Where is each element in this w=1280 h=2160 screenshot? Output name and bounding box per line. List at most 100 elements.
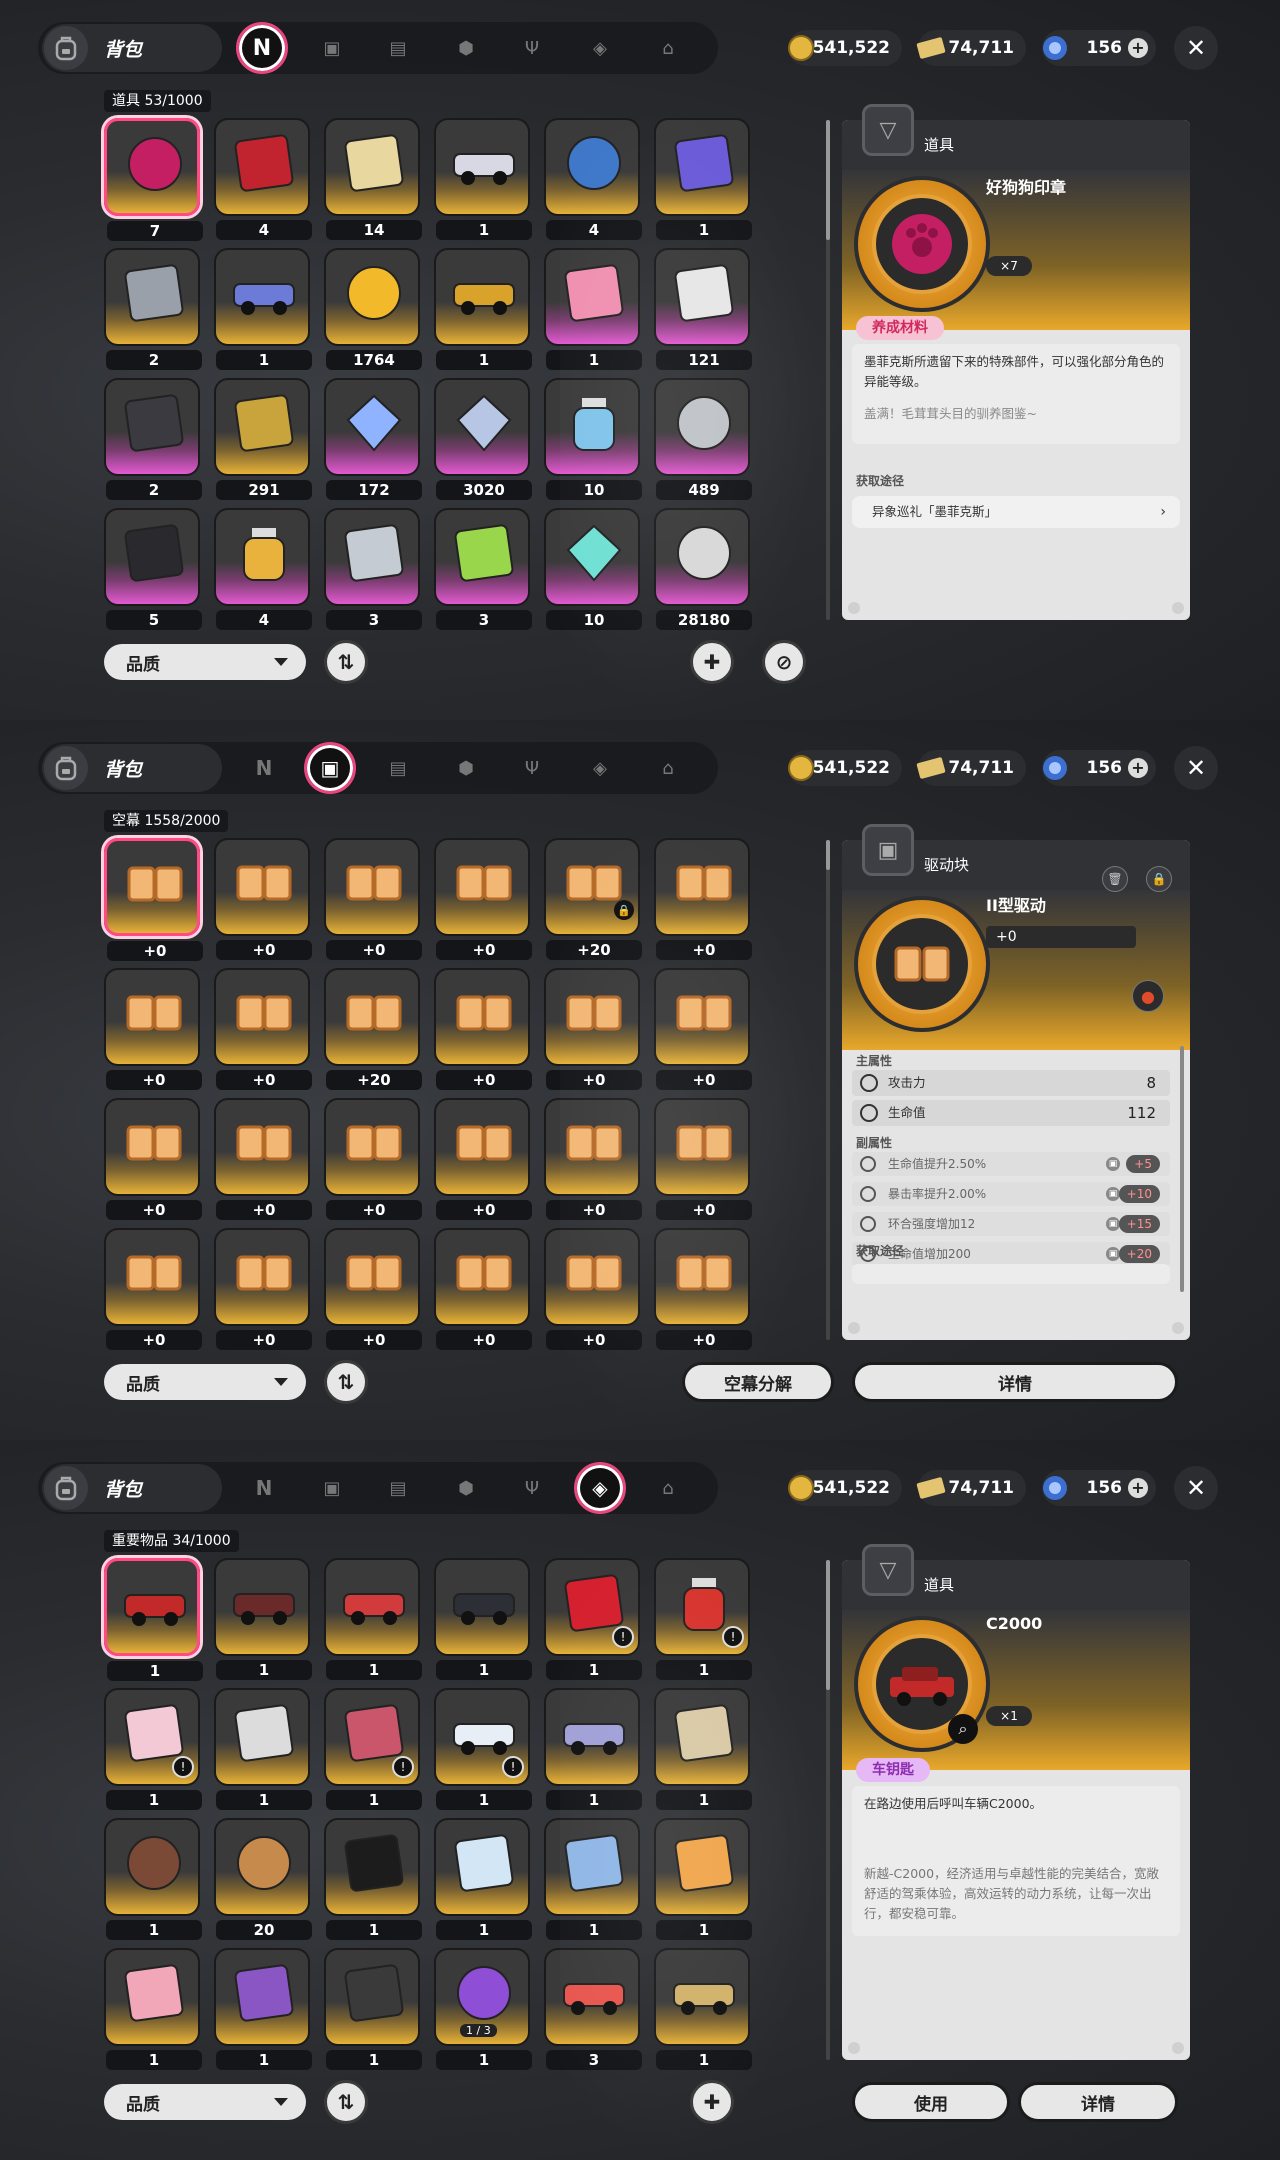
- key-item-cell[interactable]: 1: [654, 1818, 752, 1940]
- key-item-cell[interactable]: 3: [544, 1948, 642, 2070]
- drive-cell[interactable]: +0: [654, 1228, 752, 1350]
- item-cell[interactable]: 3: [324, 508, 422, 630]
- tab-boxes[interactable]: ⬢: [446, 28, 486, 68]
- key-item-cell[interactable]: 1: [324, 1558, 422, 1680]
- item-cell[interactable]: 1: [434, 248, 532, 370]
- drive-cell[interactable]: +0: [104, 1228, 202, 1350]
- key-item-cell[interactable]: 1: [104, 1818, 202, 1940]
- item-cell[interactable]: 1: [434, 118, 532, 240]
- tab-food[interactable]: Ψ: [512, 748, 552, 788]
- key-item-cell[interactable]: ! 1: [104, 1688, 202, 1810]
- scrollbar-thumb[interactable]: [826, 840, 830, 870]
- filter-off-button[interactable]: ⊘: [762, 640, 806, 684]
- key-item-cell[interactable]: 1: [654, 1948, 752, 2070]
- lock-icon[interactable]: 🔒: [1146, 866, 1172, 892]
- trash-icon[interactable]: 🗑: [1102, 866, 1128, 892]
- use-button[interactable]: 使用: [852, 2082, 1010, 2122]
- tab-boxes[interactable]: ⬢: [446, 748, 486, 788]
- source-row[interactable]: 异象巡礼「墨菲克斯」 ›: [852, 496, 1180, 528]
- key-item-cell[interactable]: 1: [434, 1818, 532, 1940]
- quality-sort-dropdown[interactable]: 品质: [104, 644, 306, 680]
- magnify-icon[interactable]: ⌕: [948, 1714, 978, 1744]
- tab-drives[interactable]: ▣: [312, 1468, 352, 1508]
- key-item-cell[interactable]: 1: [544, 1818, 642, 1940]
- tab-key-items[interactable]: ◈: [580, 748, 620, 788]
- drive-cell[interactable]: +0: [324, 1098, 422, 1220]
- tab-items[interactable]: N: [236, 22, 288, 74]
- item-cell[interactable]: 121: [654, 248, 752, 370]
- tab-documents[interactable]: ▤: [378, 748, 418, 788]
- tab-drives[interactable]: ▣: [312, 28, 352, 68]
- key-item-cell[interactable]: 1: [544, 1688, 642, 1810]
- tab-key-items[interactable]: ◈: [574, 1462, 626, 1514]
- close-button[interactable]: ✕: [1174, 26, 1218, 70]
- tab-items[interactable]: N: [244, 748, 284, 788]
- drive-cell[interactable]: +0: [324, 838, 422, 960]
- drive-cell[interactable]: +0: [434, 968, 532, 1090]
- item-cell[interactable]: 1764: [324, 248, 422, 370]
- sort-order-button[interactable]: ⇅: [324, 640, 368, 684]
- item-cell[interactable]: 3: [434, 508, 532, 630]
- decompose-button[interactable]: 空幕分解: [682, 1362, 834, 1402]
- scrollbar-thumb[interactable]: [826, 120, 830, 240]
- drive-cell[interactable]: 🔒 +20: [544, 838, 642, 960]
- details-button[interactable]: 详情: [1018, 2082, 1178, 2122]
- tab-food[interactable]: Ψ: [512, 1468, 552, 1508]
- item-cell[interactable]: 10: [544, 378, 642, 500]
- drive-cell[interactable]: +0: [214, 1098, 312, 1220]
- item-cell[interactable]: 1: [544, 248, 642, 370]
- key-item-cell[interactable]: ! 1: [654, 1558, 752, 1680]
- drive-cell[interactable]: +0: [434, 838, 532, 960]
- key-item-cell[interactable]: 1 / 3 1: [434, 1948, 532, 2070]
- tab-items[interactable]: N: [244, 1468, 284, 1508]
- key-item-cell[interactable]: 1: [324, 1818, 422, 1940]
- character-avatar-icon[interactable]: ●: [1132, 980, 1164, 1012]
- drive-cell[interactable]: +0: [434, 1098, 532, 1220]
- lock-icon[interactable]: ▣: [1106, 1217, 1120, 1231]
- item-cell[interactable]: 291: [214, 378, 312, 500]
- key-item-cell[interactable]: 1: [104, 1558, 203, 1681]
- key-item-cell[interactable]: 1: [324, 1948, 422, 2070]
- add-gems-icon[interactable]: +: [1128, 1478, 1148, 1498]
- tab-documents[interactable]: ▤: [378, 28, 418, 68]
- drive-cell[interactable]: +0: [214, 1228, 312, 1350]
- key-item-cell[interactable]: 1: [654, 1688, 752, 1810]
- item-cell[interactable]: 7: [104, 118, 203, 241]
- details-button[interactable]: 详情: [852, 1362, 1178, 1402]
- key-item-cell[interactable]: 1: [434, 1558, 532, 1680]
- key-item-cell[interactable]: 1: [214, 1948, 312, 2070]
- item-cell[interactable]: 14: [324, 118, 422, 240]
- key-item-cell[interactable]: 1: [104, 1948, 202, 2070]
- close-button[interactable]: ✕: [1174, 746, 1218, 790]
- grid-scrollbar[interactable]: [826, 840, 830, 1340]
- item-cell[interactable]: 10: [544, 508, 642, 630]
- drive-cell[interactable]: +0: [544, 1228, 642, 1350]
- key-item-cell[interactable]: 1: [214, 1558, 312, 1680]
- drive-cell[interactable]: +0: [104, 1098, 202, 1220]
- item-cell[interactable]: 1: [654, 118, 752, 240]
- key-item-cell[interactable]: 1: [214, 1688, 312, 1810]
- close-button[interactable]: ✕: [1174, 1466, 1218, 1510]
- quality-sort-dropdown[interactable]: 品质: [104, 2084, 306, 2120]
- grid-scrollbar[interactable]: [826, 120, 830, 620]
- key-item-cell[interactable]: ! 1: [324, 1688, 422, 1810]
- item-cell[interactable]: 4: [214, 118, 312, 240]
- lock-icon[interactable]: ▣: [1106, 1157, 1120, 1171]
- tab-home[interactable]: ⌂: [648, 1468, 688, 1508]
- dpad-button[interactable]: ✚: [690, 2080, 734, 2124]
- tab-home[interactable]: ⌂: [648, 748, 688, 788]
- sort-order-button[interactable]: ⇅: [324, 1360, 368, 1404]
- quality-sort-dropdown[interactable]: 品质: [104, 1364, 306, 1400]
- key-item-cell[interactable]: ! 1: [434, 1688, 532, 1810]
- drive-cell[interactable]: +0: [434, 1228, 532, 1350]
- detail-scrollbar[interactable]: [1180, 1046, 1184, 1292]
- dpad-button[interactable]: ✚: [690, 640, 734, 684]
- drive-cell[interactable]: +0: [654, 838, 752, 960]
- drive-cell[interactable]: +0: [214, 968, 312, 1090]
- item-cell[interactable]: 3020: [434, 378, 532, 500]
- drive-cell[interactable]: +20: [324, 968, 422, 1090]
- tab-boxes[interactable]: ⬢: [446, 1468, 486, 1508]
- drive-cell[interactable]: +0: [104, 968, 202, 1090]
- drive-cell[interactable]: +0: [324, 1228, 422, 1350]
- tab-home[interactable]: ⌂: [648, 28, 688, 68]
